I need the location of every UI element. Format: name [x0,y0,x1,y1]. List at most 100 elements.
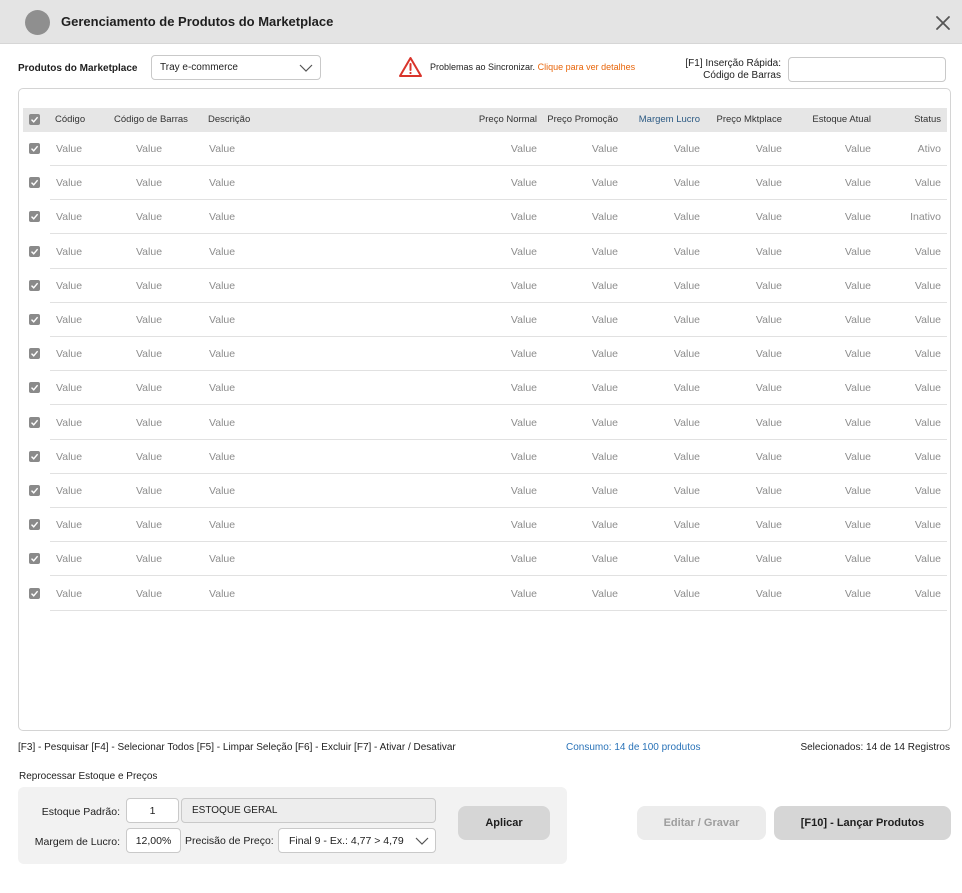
table-row[interactable]: Value Value Value Value Value Value Value Value… [23,371,947,406]
cell-codigo: Value [56,245,83,258]
cell-descricao: Value [209,245,236,258]
column-header-codigo-barras[interactable]: Código de Barras [114,108,188,132]
checkbox-checked-icon [31,419,39,426]
cell-preco-mktplace: Value [755,143,782,155]
column-header-preco-mktplace[interactable]: Preço Mktplace [717,108,782,132]
cell-codigo-barras: Value [135,587,163,600]
column-header-preco-normal[interactable]: Preço Normal [479,108,537,132]
row-checkbox[interactable] [29,143,40,154]
cell-preco-promocao: Value [591,519,618,532]
row-checkbox[interactable] [29,519,40,531]
table-row[interactable]: Value Value Value Value Value Value Value Value… [23,406,947,440]
column-header-status[interactable]: Status [914,108,941,132]
row-checkbox[interactable] [29,485,40,496]
cell-estoque-atual: Value [844,143,871,155]
cell-preco-promocao: Value [591,485,618,497]
checkbox-checked-icon [31,385,39,392]
checkbox-checked-icon [31,556,39,563]
checkbox-checked-icon [31,453,39,460]
cell-descricao: Value [209,279,236,292]
row-checkbox[interactable] [29,211,40,223]
table-row[interactable]: Value Value Value Value Value Value Value Value… [23,200,947,235]
precisao-preco-select[interactable]: Final 9 - Ex.: 4,77 > 4,79 [278,828,436,853]
editar-gravar-button[interactable]: Editar / Gravar [637,806,766,840]
cell-estoque-atual: Value [844,553,871,566]
marketplace-select[interactable]: Tray e-commerce [151,55,321,80]
cell-estoque-atual: Value [844,177,871,190]
cell-preco-mktplace: Value [755,348,782,361]
row-checkbox[interactable] [29,382,40,394]
row-checkbox[interactable] [29,587,40,599]
cell-preco-mktplace: Value [755,485,782,497]
column-header-codigo[interactable]: Código [55,108,85,132]
table-row[interactable]: Value Value Value Value Value Value Value Value… [23,303,947,337]
table-row[interactable]: Value Value Value Value Value Value Value Value… [23,508,947,543]
sync-details-link[interactable]: Clique para ver detalhes [538,62,636,72]
row-checkbox[interactable] [29,416,40,428]
cell-status: Value [914,382,941,395]
cell-margem-lucro: Value [673,450,700,463]
cell-codigo-barras: Value [135,211,163,224]
estoque-code-value: 1 [149,804,156,817]
margem-lucro-input[interactable]: 12,00% [126,828,181,853]
row-checkbox[interactable] [29,245,40,257]
row-divider [50,609,947,611]
select-all-checkbox[interactable] [29,114,40,125]
cell-margem-lucro: Value [673,348,700,361]
table-row[interactable]: Value Value Value Value Value Value Value Value… [23,337,947,372]
cell-margem-lucro: Value [673,587,700,600]
row-checkbox[interactable] [29,450,40,462]
cell-estoque-atual: Value [844,279,871,292]
close-button[interactable] [932,12,954,34]
column-header-margem-lucro[interactable]: Margem Lucro [639,108,700,132]
keyboard-shortcuts: [F3] - Pesquisar [F4] - Selecionar Todos… [18,742,456,753]
quick-insert-barcode-input[interactable] [788,57,946,82]
reprocess-panel: Estoque Padrão: 1 ESTOQUE GERAL Margem d… [18,787,567,864]
aplicar-button[interactable]: Aplicar [458,806,550,840]
cell-preco-mktplace: Value [755,177,782,190]
consumo-status: Consumo: 14 de 100 produtos [566,742,701,753]
chevron-down-icon [299,64,313,72]
table-row[interactable]: Value Value Value Value Value Value Value Value… [23,474,947,508]
row-checkbox[interactable] [29,553,40,565]
table-row[interactable]: Value Value Value Value Value Value Value Value… [23,542,947,577]
cell-preco-normal: Value [510,143,537,155]
cell-estoque-atual: Value [844,245,871,258]
table-row[interactable]: Value Value Value Value Value Value Value Value… [23,577,947,611]
estoque-name-field: ESTOQUE GERAL [181,798,436,823]
row-checkbox[interactable] [29,177,40,189]
table-row[interactable]: Value Value Value Value Value Value Value Value… [23,269,947,303]
column-header-preco-promocao[interactable]: Preço Promoção [547,108,618,132]
cell-preco-normal: Value [510,382,537,395]
row-checkbox[interactable] [29,314,40,325]
cell-preco-normal: Value [510,416,537,429]
margem-lucro-label: Margem de Lucro: [34,836,120,848]
cell-preco-promocao: Value [591,382,618,395]
cell-preco-mktplace: Value [755,553,782,566]
checkbox-checked-icon [31,116,39,123]
cell-status: Value [914,485,941,497]
cell-margem-lucro: Value [673,553,700,566]
table-row[interactable]: Value Value Value Value Value Value Value Value… [23,166,947,201]
table-row[interactable]: Value Value Value Value Value Value Value Value… [23,440,947,474]
lancar-produtos-button[interactable]: [F10] - Lançar Produtos [774,806,951,840]
table-row[interactable]: Value Value Value Value Value Value Value Value… [23,235,947,269]
cell-descricao: Value [209,211,236,224]
checkbox-checked-icon [31,145,39,152]
cell-codigo: Value [56,177,83,190]
cell-codigo: Value [56,314,83,326]
estoque-code-input[interactable]: 1 [126,798,179,823]
cell-preco-normal: Value [510,519,537,532]
column-header-estoque-atual[interactable]: Estoque Atual [812,108,871,132]
table-row[interactable]: Value Value Value Value Value Value Value Value… [23,132,947,166]
row-checkbox[interactable] [29,279,40,291]
sync-warning: Problemas ao Sincronizar. Clique para ve… [430,62,635,72]
close-icon [936,16,950,30]
cell-margem-lucro: Value [673,485,700,497]
cell-margem-lucro: Value [673,382,700,395]
precisao-preco-value: Final 9 - Ex.: 4,77 > 4,79 [289,834,404,847]
column-header-descricao[interactable]: Descrição [208,108,250,132]
row-checkbox[interactable] [29,348,40,360]
estoque-padrao-label: Estoque Padrão: [41,806,120,818]
cell-preco-promocao: Value [591,450,618,463]
